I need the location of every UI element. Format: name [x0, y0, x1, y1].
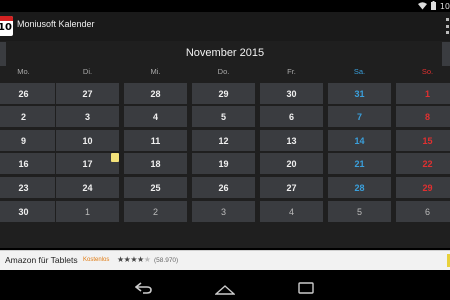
day-cell[interactable]: 5: [192, 106, 255, 127]
day-cell[interactable]: 2: [124, 201, 187, 222]
day-cell[interactable]: 12: [192, 130, 255, 151]
day-cell[interactable]: 30: [0, 201, 55, 222]
day-cell[interactable]: 1: [56, 201, 119, 222]
day-cell[interactable]: 23: [0, 177, 55, 198]
weekday-label: Di.: [82, 67, 93, 76]
calendar-view: November 2015 Mo. Di. Mi. Do. Fr. Sa. So. 26 27…: [0, 41, 450, 248]
day-cell[interactable]: 6: [396, 201, 450, 222]
day-cell[interactable]: 1: [396, 83, 450, 104]
weekday-label: Fr.: [287, 67, 296, 76]
day-cell[interactable]: 13: [260, 130, 323, 151]
day-cell[interactable]: 30: [260, 83, 323, 104]
day-cell[interactable]: 20: [260, 153, 323, 174]
system-navigation-bar: [0, 271, 450, 300]
day-cell[interactable]: 3: [192, 201, 255, 222]
app-icon-number: 10: [0, 22, 12, 33]
recents-icon[interactable]: [298, 279, 314, 298]
day-cell[interactable]: 11: [124, 130, 187, 151]
rating-stars: ★★★★★: [117, 255, 151, 264]
day-cell[interactable]: 24: [56, 177, 119, 198]
day-cell[interactable]: 28: [328, 177, 391, 198]
day-cell[interactable]: 18: [124, 153, 187, 174]
day-cell[interactable]: 29: [396, 177, 450, 198]
day-cell[interactable]: 19: [192, 153, 255, 174]
back-icon[interactable]: [134, 279, 153, 298]
calendar-app-icon[interactable]: 10: [0, 16, 13, 36]
day-cell[interactable]: 8: [396, 106, 450, 127]
action-bar: 10 Moniusoft Kalender: [0, 12, 450, 41]
day-cell[interactable]: 7: [328, 106, 391, 127]
day-cell[interactable]: 10: [56, 130, 119, 151]
day-cell[interactable]: 2: [0, 106, 55, 127]
ad-badge: Kostenlos: [83, 257, 110, 263]
ad-title: Amazon für Tablets: [5, 255, 78, 265]
day-cell[interactable]: 31: [328, 83, 391, 104]
day-cell[interactable]: 27: [56, 83, 119, 104]
month-title: November 2015: [185, 47, 265, 59]
status-clock: 10: [439, 2, 450, 11]
weekday-label: Mo.: [17, 67, 30, 76]
day-cell[interactable]: 5: [328, 201, 391, 222]
day-cell[interactable]: 27: [260, 177, 323, 198]
home-icon[interactable]: [214, 280, 236, 299]
note-icon: [111, 153, 119, 162]
day-cell[interactable]: 6: [260, 106, 323, 127]
day-cell[interactable]: 22: [396, 153, 450, 174]
day-cell[interactable]: 29: [192, 83, 255, 104]
ad-banner[interactable]: Amazon für Tablets Kostenlos ★★★★★ (58.9…: [0, 250, 450, 270]
weekday-label: Do.: [217, 67, 230, 76]
day-cell[interactable]: 28: [124, 83, 187, 104]
overflow-menu-icon[interactable]: [446, 18, 450, 34]
day-cell[interactable]: 26: [0, 83, 55, 104]
day-cell[interactable]: 15: [396, 130, 450, 151]
app-title: Moniusoft Kalender: [17, 19, 95, 29]
day-cell[interactable]: 14: [328, 130, 391, 151]
day-cell[interactable]: 17: [56, 153, 119, 174]
day-cell[interactable]: 25: [124, 177, 187, 198]
weekday-label: So.: [421, 67, 434, 76]
ad-rating-count: (58.970): [154, 257, 179, 264]
day-cell[interactable]: 4: [124, 106, 187, 127]
weekday-label: Mi.: [150, 67, 161, 76]
day-cell[interactable]: 3: [56, 106, 119, 127]
day-cell[interactable]: 21: [328, 153, 391, 174]
weekday-label: Sa.: [353, 67, 366, 76]
status-bar: 10: [0, 0, 450, 12]
wifi-icon: [417, 1, 427, 12]
day-cell[interactable]: 4: [260, 201, 323, 222]
day-cell[interactable]: 9: [0, 130, 55, 151]
battery-icon: [430, 1, 436, 12]
day-cell[interactable]: 26: [192, 177, 255, 198]
day-cell[interactable]: 16: [0, 153, 55, 174]
